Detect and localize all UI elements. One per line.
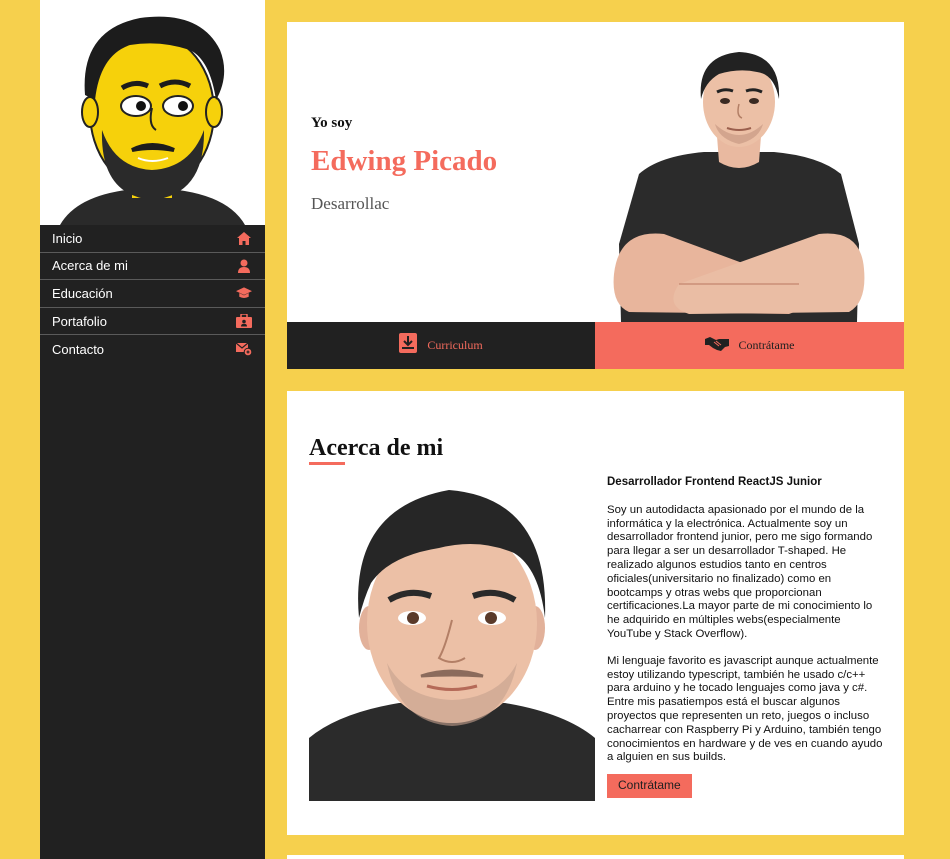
hire-button-label: Contrátame	[738, 338, 795, 352]
sidebar-item-label: Acerca de mi	[52, 258, 128, 274]
about-hire-button[interactable]: Contrátame	[607, 774, 692, 798]
handshake-icon	[704, 335, 729, 356]
hero-name: Edwing Picado	[311, 145, 498, 177]
curriculum-button-label: Curriculum	[427, 338, 483, 352]
hero-card: Yo soy Edwing Picado Desarrollac Curricu…	[287, 22, 904, 369]
about-paragraph-1: Soy un autodidacta apasionado por el mun…	[607, 503, 873, 640]
hero-portrait	[609, 44, 869, 322]
about-portrait	[309, 488, 595, 801]
sidebar-item-portafolio[interactable]: Portafolio	[40, 308, 265, 336]
sidebar-item-label: Contacto	[52, 341, 105, 357]
sidebar: Inicio Acerca de mi Educación Portafolio…	[40, 0, 265, 859]
home-icon	[236, 230, 252, 246]
about-text: Desarrollador Frontend ReactJS Junior So…	[607, 476, 885, 798]
briefcase-icon	[236, 313, 252, 329]
sidebar-item-label: Educación	[52, 285, 113, 301]
about-subtitle: Desarrollador Frontend ReactJS Junior	[607, 476, 822, 488]
sidebar-nav: Inicio Acerca de mi Educación Portafolio…	[40, 225, 265, 363]
hire-button[interactable]: Contrátame	[595, 322, 904, 369]
about-section: Acerca de mi Desarrollador Frontend Reac…	[287, 391, 904, 835]
next-section-edge	[287, 855, 904, 859]
sidebar-item-contacto[interactable]: Contacto	[40, 335, 265, 363]
sidebar-item-acerca[interactable]: Acerca de mi	[40, 253, 265, 281]
avatar-cartoon	[40, 0, 265, 225]
download-icon	[399, 333, 418, 358]
hero-text: Yo soy Edwing Picado Desarrollac	[311, 115, 497, 214]
hero-intro: Yo soy	[311, 115, 353, 131]
sidebar-item-inicio[interactable]: Inicio	[40, 225, 265, 253]
hero-buttons: Curriculum Contrátame	[287, 322, 904, 369]
mail-icon	[236, 341, 252, 357]
graduation-cap-icon	[236, 285, 252, 301]
about-paragraph-2: Mi lenguaje favorito es javascript aunqu…	[607, 654, 883, 764]
title-underline	[309, 462, 345, 465]
sidebar-item-label: Inicio	[52, 230, 83, 246]
user-icon	[236, 258, 252, 274]
curriculum-button[interactable]: Curriculum	[287, 322, 595, 369]
sidebar-item-label: Portafolio	[52, 313, 107, 329]
sidebar-item-educacion[interactable]: Educación	[40, 280, 265, 308]
about-title: Acerca de mi	[309, 435, 444, 461]
hero-role-typing: Desarrollac	[311, 194, 390, 213]
